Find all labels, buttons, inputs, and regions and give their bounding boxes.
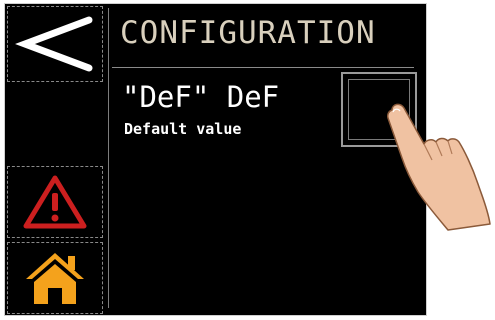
warning-icon xyxy=(23,175,87,229)
title-divider xyxy=(112,67,414,68)
parameter-label: "DeF" DeF xyxy=(122,80,280,114)
page-title: CONFIGURATION xyxy=(120,15,376,51)
home-icon xyxy=(26,253,84,304)
alarm-button[interactable] xyxy=(7,166,103,238)
empty-slot xyxy=(7,86,103,162)
back-arrow-icon xyxy=(15,16,93,72)
home-button[interactable] xyxy=(7,242,103,314)
back-button[interactable] xyxy=(7,6,103,82)
parameter-description: Default value xyxy=(124,120,242,138)
sidebar xyxy=(4,3,103,316)
pointing-hand-icon xyxy=(387,103,491,231)
sidebar-divider xyxy=(108,8,109,308)
